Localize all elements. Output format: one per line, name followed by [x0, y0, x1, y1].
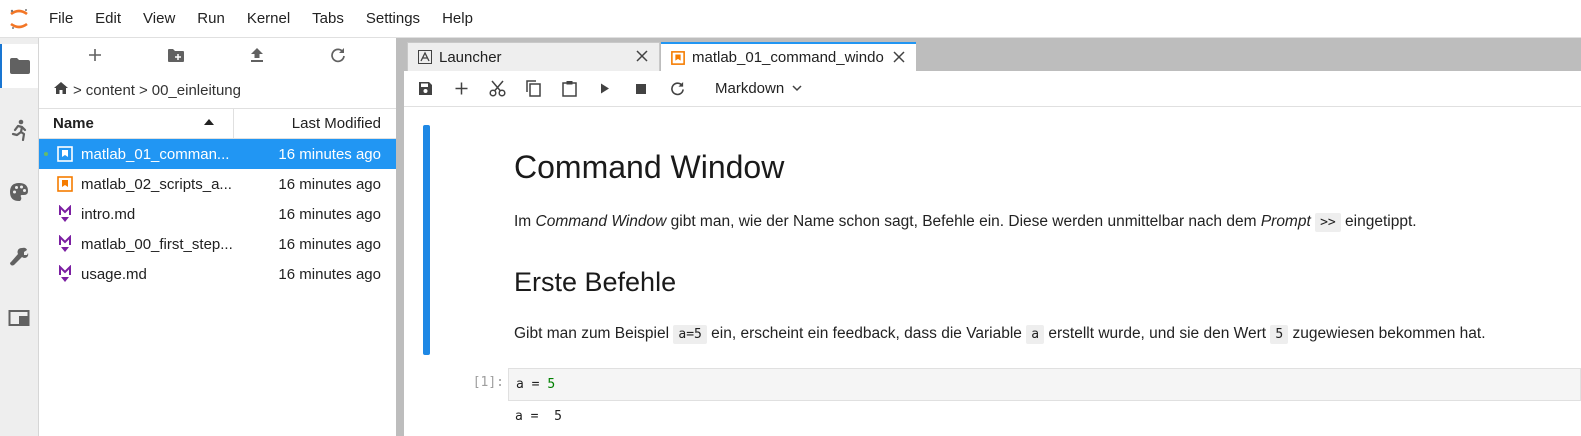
file-name: matlab_02_scripts_a... [81, 175, 232, 193]
breadcrumb: > content > 00_einleitung [39, 72, 396, 108]
menu-edit[interactable]: Edit [84, 0, 132, 38]
breadcrumb-content[interactable]: content [86, 82, 135, 99]
new-launcher-button[interactable] [54, 38, 135, 72]
plus-icon [88, 49, 101, 61]
activity-bar [0, 38, 39, 436]
breadcrumb-current-folder[interactable]: 00_einleitung [152, 82, 241, 99]
close-icon[interactable] [635, 49, 649, 63]
save-button[interactable] [407, 71, 443, 107]
menu-settings[interactable]: Settings [355, 0, 431, 38]
launcher-icon [418, 50, 432, 64]
markdown-icon [57, 205, 73, 222]
notebook-icon [57, 146, 73, 162]
markdown-cell[interactable]: Command Window Im Command Window gibt ma… [514, 137, 1574, 344]
file-modified: 16 minutes ago [278, 145, 381, 163]
file-name: matlab_00_first_step... [81, 235, 233, 253]
breadcrumb-separator: > [73, 81, 82, 99]
markdown-icon [57, 235, 73, 252]
name-column-header[interactable]: Name [39, 109, 234, 138]
file-browser: > content > 00_einleitung Name Last Modi… [39, 38, 396, 436]
cut-icon [488, 80, 506, 97]
folder-icon[interactable] [0, 44, 38, 88]
copy-icon [525, 80, 541, 97]
run-button[interactable] [587, 71, 623, 107]
file-row[interactable]: matlab_01_comman... 16 minutes ago [39, 139, 396, 169]
jupyter-logo-icon [0, 0, 38, 38]
menu-run[interactable]: Run [186, 0, 236, 38]
menu-file[interactable]: File [38, 0, 84, 38]
notebook-icon [57, 176, 73, 192]
interrupt-button[interactable] [623, 71, 659, 107]
file-row[interactable]: matlab_02_scripts_a... 16 minutes ago [39, 169, 396, 199]
file-row[interactable]: intro.md 16 minutes ago [39, 199, 396, 229]
cut-button[interactable] [479, 71, 515, 107]
new-folder-icon [167, 48, 184, 62]
paste-button[interactable] [551, 71, 587, 107]
file-name: intro.md [81, 205, 136, 223]
refresh-icon [330, 48, 345, 63]
file-name: matlab_01_comman... [81, 145, 230, 163]
tabs-icon[interactable] [0, 296, 38, 340]
markdown-paragraph: Im Command Window gibt man, wie der Name… [514, 213, 1417, 232]
tab-bar: Launcher matlab_01_command_windo [404, 38, 1581, 71]
tab-label: matlab_01_command_windo [692, 49, 884, 66]
copy-button[interactable] [515, 71, 551, 107]
last-modified-column-header[interactable]: Last Modified [234, 109, 396, 138]
new-folder-button[interactable] [135, 38, 216, 72]
running-icon[interactable] [0, 108, 38, 152]
active-cell-collapser[interactable] [423, 125, 430, 355]
close-icon[interactable] [892, 50, 906, 64]
paste-icon [561, 81, 577, 97]
file-row[interactable]: matlab_00_first_step... 16 minutes ago [39, 229, 396, 259]
file-row[interactable]: usage.md 16 minutes ago [39, 259, 396, 289]
notebook-toolbar: Markdown [404, 71, 1581, 107]
cell-type-value: Markdown [715, 80, 785, 97]
restart-icon [670, 81, 684, 96]
tab-launcher[interactable]: Launcher [407, 42, 660, 71]
sort-ascending-icon [204, 119, 214, 125]
notebook-panel[interactable]: Command Window Im Command Window gibt ma… [404, 107, 1581, 436]
home-icon[interactable] [53, 81, 69, 99]
upload-icon [250, 48, 263, 62]
cell-type-dropdown[interactable]: Markdown [715, 80, 802, 97]
tab-label: Launcher [439, 48, 502, 66]
running-indicator [44, 152, 48, 156]
code-cell-output: a = 5 [515, 409, 562, 424]
upload-button[interactable] [216, 38, 297, 72]
file-modified: 16 minutes ago [278, 265, 381, 283]
menu-tabs[interactable]: Tabs [301, 0, 355, 38]
menubar: File Edit View Run Kernel Tabs Settings … [0, 0, 1581, 38]
markdown-heading-2: Erste Befehle [514, 267, 677, 297]
markdown-paragraph: Gibt man zum Beispiel a=5 ein, erscheint… [514, 325, 1486, 344]
menu-kernel[interactable]: Kernel [236, 0, 301, 38]
add-cell-icon [455, 82, 467, 95]
file-modified: 16 minutes ago [278, 235, 381, 253]
file-list-header: Name Last Modified [39, 108, 396, 139]
menu-view[interactable]: View [132, 0, 186, 38]
refresh-button[interactable] [297, 38, 378, 72]
panel-resize-handle[interactable] [396, 38, 404, 436]
file-browser-toolbar [39, 38, 396, 72]
file-modified: 16 minutes ago [278, 175, 381, 193]
menu-help[interactable]: Help [431, 0, 484, 38]
chevron-down-icon [792, 85, 802, 92]
restart-button[interactable] [659, 71, 695, 107]
wrench-icon[interactable] [0, 234, 38, 278]
file-modified: 16 minutes ago [278, 205, 381, 223]
tab-notebook[interactable]: matlab_01_command_windo [661, 42, 916, 71]
code-cell-input[interactable]: a = 5 [508, 368, 1581, 401]
insert-cell-button[interactable] [443, 71, 479, 107]
notebook-icon [671, 50, 685, 65]
markdown-heading-1: Command Window [514, 149, 785, 185]
markdown-icon [57, 265, 73, 282]
palette-icon[interactable] [0, 170, 38, 214]
breadcrumb-separator: > [138, 81, 148, 99]
save-icon [418, 82, 432, 95]
stop-icon [636, 83, 646, 94]
execution-count-prompt: [1]: [472, 375, 504, 390]
file-name: usage.md [81, 265, 147, 283]
run-icon [601, 83, 609, 94]
